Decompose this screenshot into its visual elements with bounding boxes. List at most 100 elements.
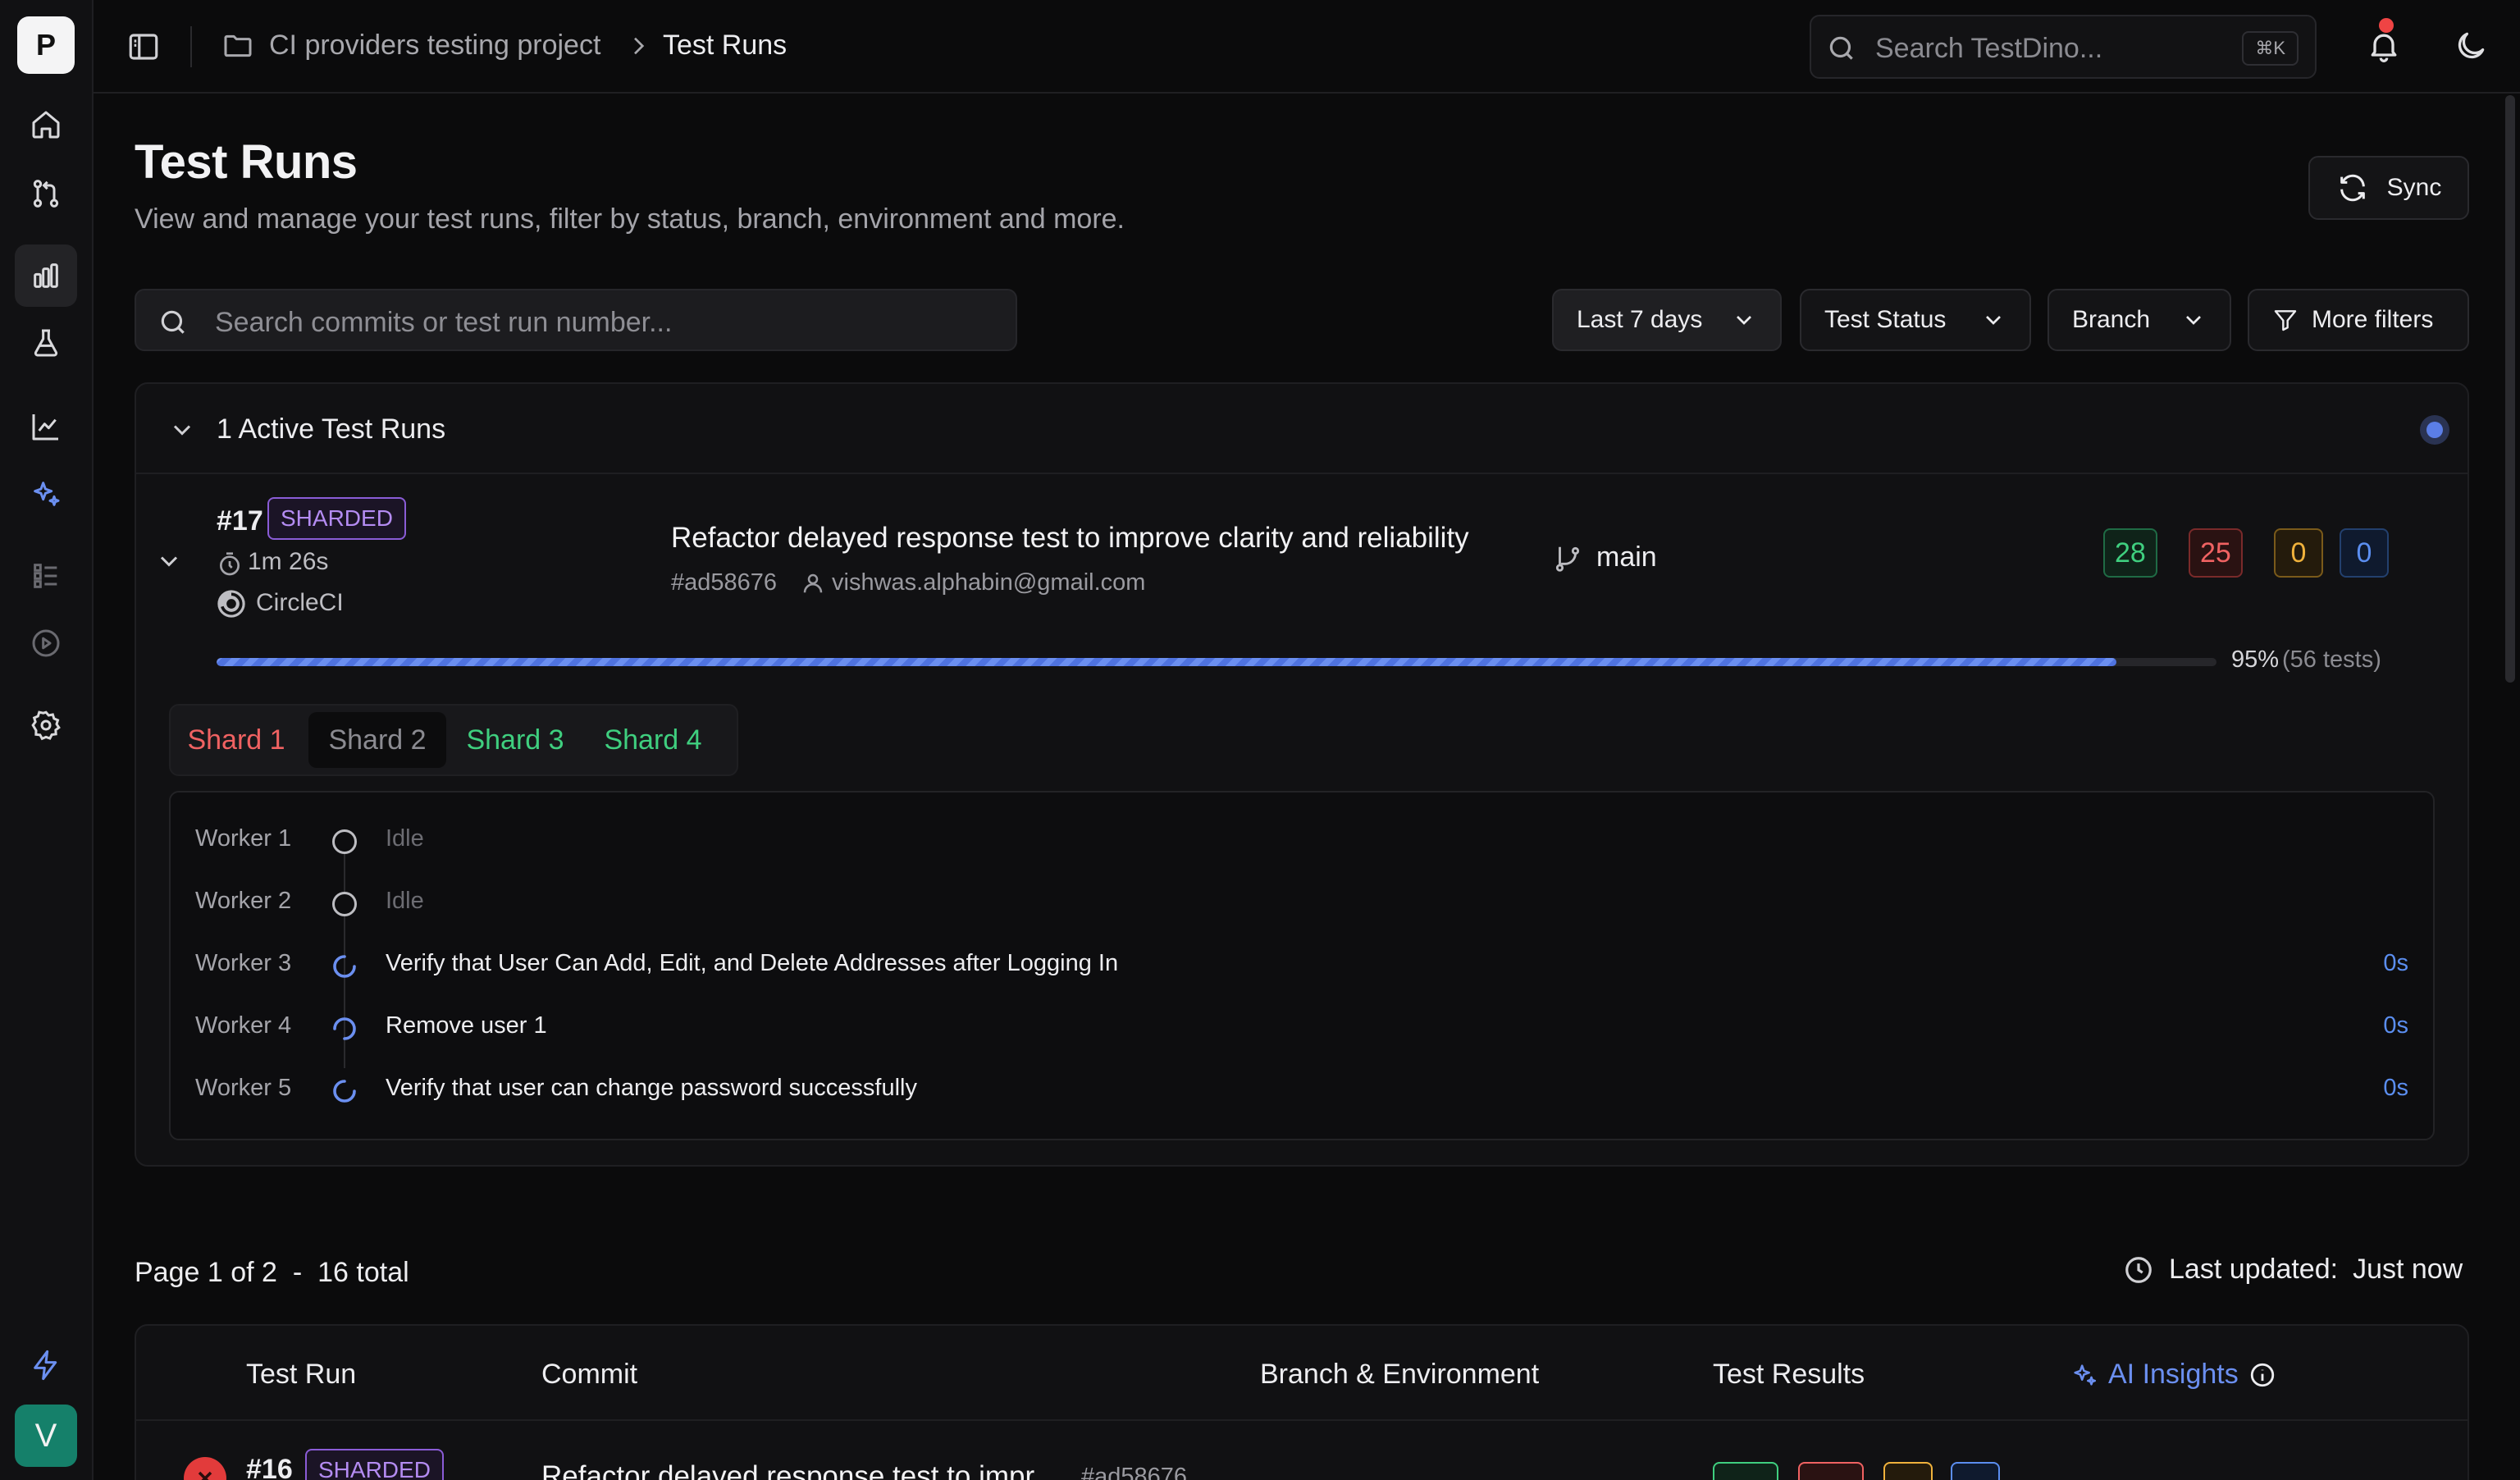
passed-count[interactable] [1713,1462,1778,1480]
running-spinner-icon [333,955,356,978]
sharded-badge: SHARDED [305,1449,444,1480]
tab-shard-3[interactable]: Shard 3 [461,712,569,768]
search-icon [158,307,189,338]
running-spinner-icon [333,1080,356,1103]
app-logo[interactable]: P [17,16,75,74]
notifications-bell-icon[interactable] [2366,28,2402,64]
branch-filter-label: Branch [2072,306,2151,333]
table-header-divider [136,1419,2468,1421]
ci-provider: CircleCI [256,589,344,616]
failed-count[interactable] [1798,1462,1864,1480]
worker-name: Worker 5 [195,1075,292,1101]
passed-count[interactable]: 28 [2103,528,2157,578]
last-updated: Last updated: Just now [2123,1254,2463,1286]
global-search-placeholder: Search TestDino... [1875,33,2103,64]
skipped-count[interactable] [1883,1462,1933,1480]
worker-test-title[interactable]: Remove user 1 [386,1012,547,1039]
date-range-filter[interactable]: Last 7 days [1552,289,1782,351]
total-count: 16 [317,1257,349,1288]
run-duration: 1m 26s [248,548,329,575]
home-icon[interactable] [15,94,77,156]
sharded-badge: SHARDED [267,497,406,540]
chevron-down-icon [2186,316,2201,325]
tab-shard-1[interactable]: Shard 1 [185,712,287,768]
timer-icon [217,551,243,578]
worker-row: Worker 5 Verify that user can change pas… [171,1058,2433,1121]
user-avatar[interactable]: V [15,1405,77,1467]
breadcrumb-project[interactable]: CI providers testing project [269,30,600,62]
chevron-down-icon[interactable] [154,546,184,576]
commit-hash[interactable]: #ad58676 [1081,1464,1187,1480]
checklist-icon[interactable] [15,545,77,607]
active-runs-panel: 1 Active Test Runs #17 SHARDED 1m 26s Ci… [135,382,2469,1167]
flaky-count[interactable]: 0 [2340,528,2389,578]
column-header-ai-insights[interactable]: AI Insights [2070,1359,2276,1391]
chevron-right-icon [625,33,651,59]
chevron-down-icon[interactable] [167,415,197,445]
worker-name: Worker 4 [195,1012,292,1039]
active-runs-header[interactable]: 1 Active Test Runs [136,384,2468,474]
analytics-icon[interactable] [15,395,77,458]
flask-icon[interactable] [15,312,77,374]
page-title: Test Runs [135,135,358,189]
chevron-down-icon [1986,316,2001,325]
pull-request-icon[interactable] [15,162,77,225]
ai-insights-label: AI Insights [2108,1359,2239,1390]
idle-circle-icon [332,829,357,854]
test-status-label: Test Status [1824,306,1947,333]
branch-name: main [1596,541,1657,573]
worker-elapsed: 0s [2383,1012,2408,1039]
ai-sparkle-icon[interactable] [15,463,77,525]
test-status-filter[interactable]: Test Status [1800,289,2031,351]
tab-shard-4[interactable]: Shard 4 [599,712,707,768]
info-icon[interactable] [2248,1361,2276,1389]
play-circle-icon[interactable] [15,612,77,674]
more-filters-button[interactable]: More filters [2248,289,2469,351]
worker-row: Worker 3 Verify that User Can Add, Edit,… [171,934,2433,996]
page-word: Page [135,1257,200,1288]
run-number[interactable]: #16 [246,1454,293,1480]
column-header-commit[interactable]: Commit [541,1359,637,1391]
progress-percent: 95% [2231,646,2280,673]
search-icon [1826,33,1857,64]
refresh-icon [2340,174,2365,202]
worker-name: Worker 2 [195,888,292,914]
tab-shard-2[interactable]: Shard 2 [308,712,446,768]
sidebar: P V [0,0,94,1480]
workers-list: Worker 1 Idle Worker 2 Idle Worker 3 Ver… [169,791,2435,1140]
runs-search-input[interactable]: Search commits or test run number... [135,289,1017,351]
test-runs-chart-icon[interactable] [15,244,77,307]
branch-filter[interactable]: Branch [2048,289,2231,351]
skipped-count[interactable]: 0 [2274,528,2323,578]
commit-message[interactable]: Refactor delayed response test to impr..… [541,1460,1057,1480]
active-runs-heading: 1 Active Test Runs [217,413,446,445]
flaky-count[interactable] [1951,1462,2000,1480]
column-header-test-run[interactable]: Test Run [246,1359,356,1391]
failed-count[interactable]: 25 [2189,528,2243,578]
worker-name: Worker 3 [195,950,292,976]
commit-message[interactable]: Refactor delayed response test to improv… [671,522,1469,555]
worker-elapsed: 0s [2383,950,2408,976]
run-progress-bar [217,658,2216,666]
settings-gear-icon[interactable] [15,694,77,756]
folder-icon [221,30,254,62]
sidebar-toggle-icon[interactable] [126,30,161,64]
lightning-icon[interactable] [15,1334,77,1396]
running-spinner-icon [333,1017,356,1040]
worker-test-title[interactable]: Verify that User Can Add, Edit, and Dele… [386,950,1118,977]
funnel-icon [2274,310,2297,331]
breadcrumb-current: Test Runs [663,30,788,61]
more-filters-label: More filters [2312,306,2434,333]
run-number[interactable]: #17 [217,505,263,537]
worker-test-title[interactable]: Verify that user can change password suc… [386,1075,917,1102]
sync-button[interactable]: Sync [2308,156,2469,220]
column-header-branch-environment[interactable]: Branch & Environment [1260,1359,1539,1391]
theme-moon-icon[interactable] [2453,28,2489,64]
commit-hash[interactable]: #ad58676 [671,569,777,596]
column-header-test-results[interactable]: Test Results [1713,1359,1865,1391]
live-indicator [2420,415,2449,445]
global-search[interactable]: Search TestDino... ⌘K [1810,15,2317,79]
page-scrollbar[interactable] [2505,95,2515,683]
last-updated-label: Last updated: [2169,1254,2339,1285]
chevron-down-icon [1737,316,1751,325]
